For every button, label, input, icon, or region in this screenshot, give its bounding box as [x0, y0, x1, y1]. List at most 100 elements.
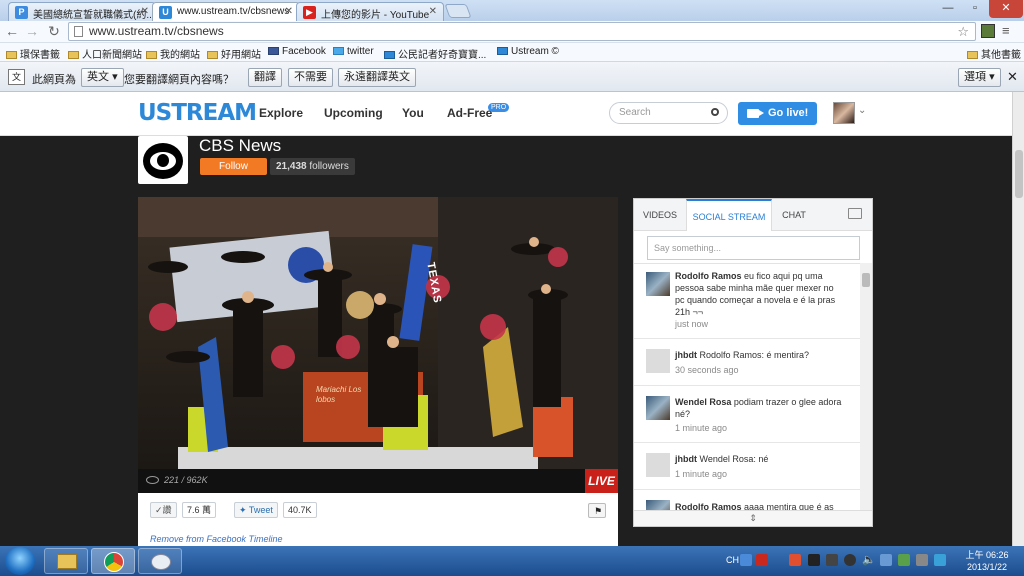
nav-you[interactable]: You	[402, 106, 424, 120]
cbs-eye-logo[interactable]	[138, 136, 188, 184]
nav-ad-free[interactable]: Ad-Free	[447, 106, 492, 120]
close-icon[interactable]: ✕	[429, 6, 437, 17]
avatar[interactable]	[646, 349, 670, 373]
no-translate-button[interactable]: 不需要	[288, 68, 333, 87]
bookmark-star-icon[interactable]: ☆	[957, 23, 969, 40]
tab-chat[interactable]: CHAT	[772, 199, 816, 231]
back-icon[interactable]: ←	[4, 23, 20, 40]
folder-icon	[6, 51, 17, 59]
minimize-button[interactable]: —	[935, 0, 961, 18]
browser-tab-2[interactable]: U www.ustream.tv/cbsnews ✕	[152, 2, 300, 22]
tray-icon[interactable]	[756, 554, 768, 566]
start-button[interactable]	[5, 547, 35, 575]
language-select[interactable]: 英文 ▾	[81, 68, 124, 87]
list-item: jhbdt Wendel Rosa: né 1 minute ago	[634, 443, 860, 490]
bookmark-item[interactable]: 我的網站	[146, 46, 200, 61]
extension-icon[interactable]	[981, 24, 995, 38]
wrench-icon[interactable]: ≡	[1002, 23, 1010, 38]
system-clock[interactable]: 上午 06:26 2013/1/22	[957, 549, 1017, 573]
tray-icon[interactable]	[826, 554, 838, 566]
folder-icon	[57, 554, 77, 569]
bookmark-item[interactable]: 好用網站	[207, 46, 261, 61]
avatar[interactable]	[833, 102, 855, 124]
tab-videos[interactable]: VIDEOS	[634, 199, 686, 231]
folder-icon	[207, 51, 218, 59]
input-language[interactable]: CH	[726, 555, 739, 565]
forward-icon[interactable]: →	[24, 23, 40, 40]
new-tab-button[interactable]	[444, 4, 472, 18]
chrome-taskbar-icon[interactable]	[91, 548, 135, 574]
chevron-down-icon[interactable]: ⌄	[858, 105, 866, 116]
video-player[interactable]: TEXAS Mariachi Los lobos	[138, 197, 618, 469]
tab-social-stream[interactable]: SOCIAL STREAM	[686, 199, 772, 231]
options-button[interactable]: 選項 ▾	[958, 68, 1001, 87]
popout-icon[interactable]	[848, 208, 862, 219]
flag-icon[interactable]: ⚑	[588, 503, 606, 518]
translate-prefix: 此網頁為	[32, 74, 76, 86]
close-window-button[interactable]: ✕	[989, 0, 1023, 18]
channel-name: CBS News	[199, 136, 282, 155]
post-user: Rodolfo Ramos	[675, 502, 742, 510]
follow-button[interactable]: Follow	[200, 158, 267, 175]
search-input[interactable]: Search	[609, 102, 728, 124]
bookmark-item[interactable]: 公民記者好奇寶寶...	[384, 46, 486, 61]
nav-upcoming[interactable]: Upcoming	[324, 106, 383, 120]
speaker-icon[interactable]: 🔈	[862, 553, 876, 566]
close-icon[interactable]: ✕	[1007, 69, 1018, 85]
scroll-thumb[interactable]	[1015, 150, 1023, 198]
tray-icon[interactable]	[789, 554, 801, 566]
bookmark-other[interactable]: 其他書籤	[967, 46, 1021, 61]
close-icon[interactable]: ✕	[285, 6, 293, 17]
nav-explore[interactable]: Explore	[259, 106, 303, 120]
post-user: jhbdt	[675, 350, 697, 360]
tray-icon[interactable]	[898, 554, 910, 566]
browser-toolbar: ← → ↻ www.ustream.tv/cbsnews ☆ ≡	[0, 21, 1024, 43]
say-something-input[interactable]: Say something...	[647, 236, 860, 260]
address-bar[interactable]: www.ustream.tv/cbsnews ☆	[68, 22, 976, 41]
bookmark-facebook[interactable]: Facebook	[268, 46, 326, 57]
like-count: 7.6 萬	[182, 502, 217, 518]
folder-icon	[967, 51, 978, 59]
scroll-thumb[interactable]	[862, 273, 870, 287]
post-user: jhbdt	[675, 454, 697, 464]
paint-icon	[151, 554, 171, 570]
avatar[interactable]	[646, 500, 670, 510]
page-scrollbar[interactable]	[1012, 92, 1024, 546]
tray-icon[interactable]	[844, 554, 856, 566]
close-icon[interactable]: ✕	[141, 6, 149, 17]
reload-icon[interactable]: ↻	[46, 23, 62, 40]
browser-tab-3[interactable]: ▶ 上傳您的影片 - YouTube ✕	[296, 2, 444, 21]
avatar[interactable]	[646, 272, 670, 296]
share-row: ✓讚 7.6 萬 ✦ Tweet 40.7K ⚑ Remove from Fac…	[138, 493, 618, 546]
expand-arrows-icon[interactable]: ⇕	[634, 510, 872, 526]
bookmark-item[interactable]: 人口新聞網站	[68, 46, 142, 61]
followers-badge: 21,438 followers	[270, 158, 355, 175]
folder-icon	[68, 51, 79, 59]
tray-icon[interactable]	[916, 554, 928, 566]
tray-icon[interactable]	[808, 554, 820, 566]
bookmark-item[interactable]: 環保書籤	[6, 46, 60, 61]
tray-icon[interactable]	[740, 554, 752, 566]
feed-scrollbar[interactable]	[860, 263, 872, 510]
always-translate-button[interactable]: 永遠翻譯英文	[338, 68, 416, 87]
explorer-taskbar-icon[interactable]	[44, 548, 88, 574]
browser-tab-1[interactable]: P 美國總統宣誓就職儀式(約... ✕	[8, 2, 156, 21]
like-button[interactable]: ✓讚	[150, 502, 177, 518]
avatar[interactable]	[646, 396, 670, 420]
ustream-logo[interactable]: USTREAM	[138, 100, 257, 126]
go-live-button[interactable]: Go live!	[738, 102, 817, 125]
list-item: Rodolfo Ramos aaaa mentira que é as	[634, 490, 860, 510]
network-icon[interactable]	[880, 554, 892, 566]
maximize-button[interactable]: ▫	[962, 0, 988, 18]
bookmark-ustream[interactable]: Ustream ©	[497, 46, 559, 57]
tray-icon[interactable]	[934, 554, 946, 566]
post-time: 1 minute ago	[675, 469, 728, 479]
paint-taskbar-icon[interactable]	[138, 548, 182, 574]
bookmark-twitter[interactable]: twitter	[333, 46, 374, 57]
search-icon[interactable]	[711, 108, 719, 116]
avatar[interactable]	[646, 453, 670, 477]
remove-facebook-link[interactable]: Remove from Facebook Timeline	[150, 534, 282, 544]
translate-button[interactable]: 翻譯	[248, 68, 282, 87]
tweet-button[interactable]: ✦ Tweet	[234, 502, 278, 518]
translate-icon: 文	[8, 69, 25, 85]
